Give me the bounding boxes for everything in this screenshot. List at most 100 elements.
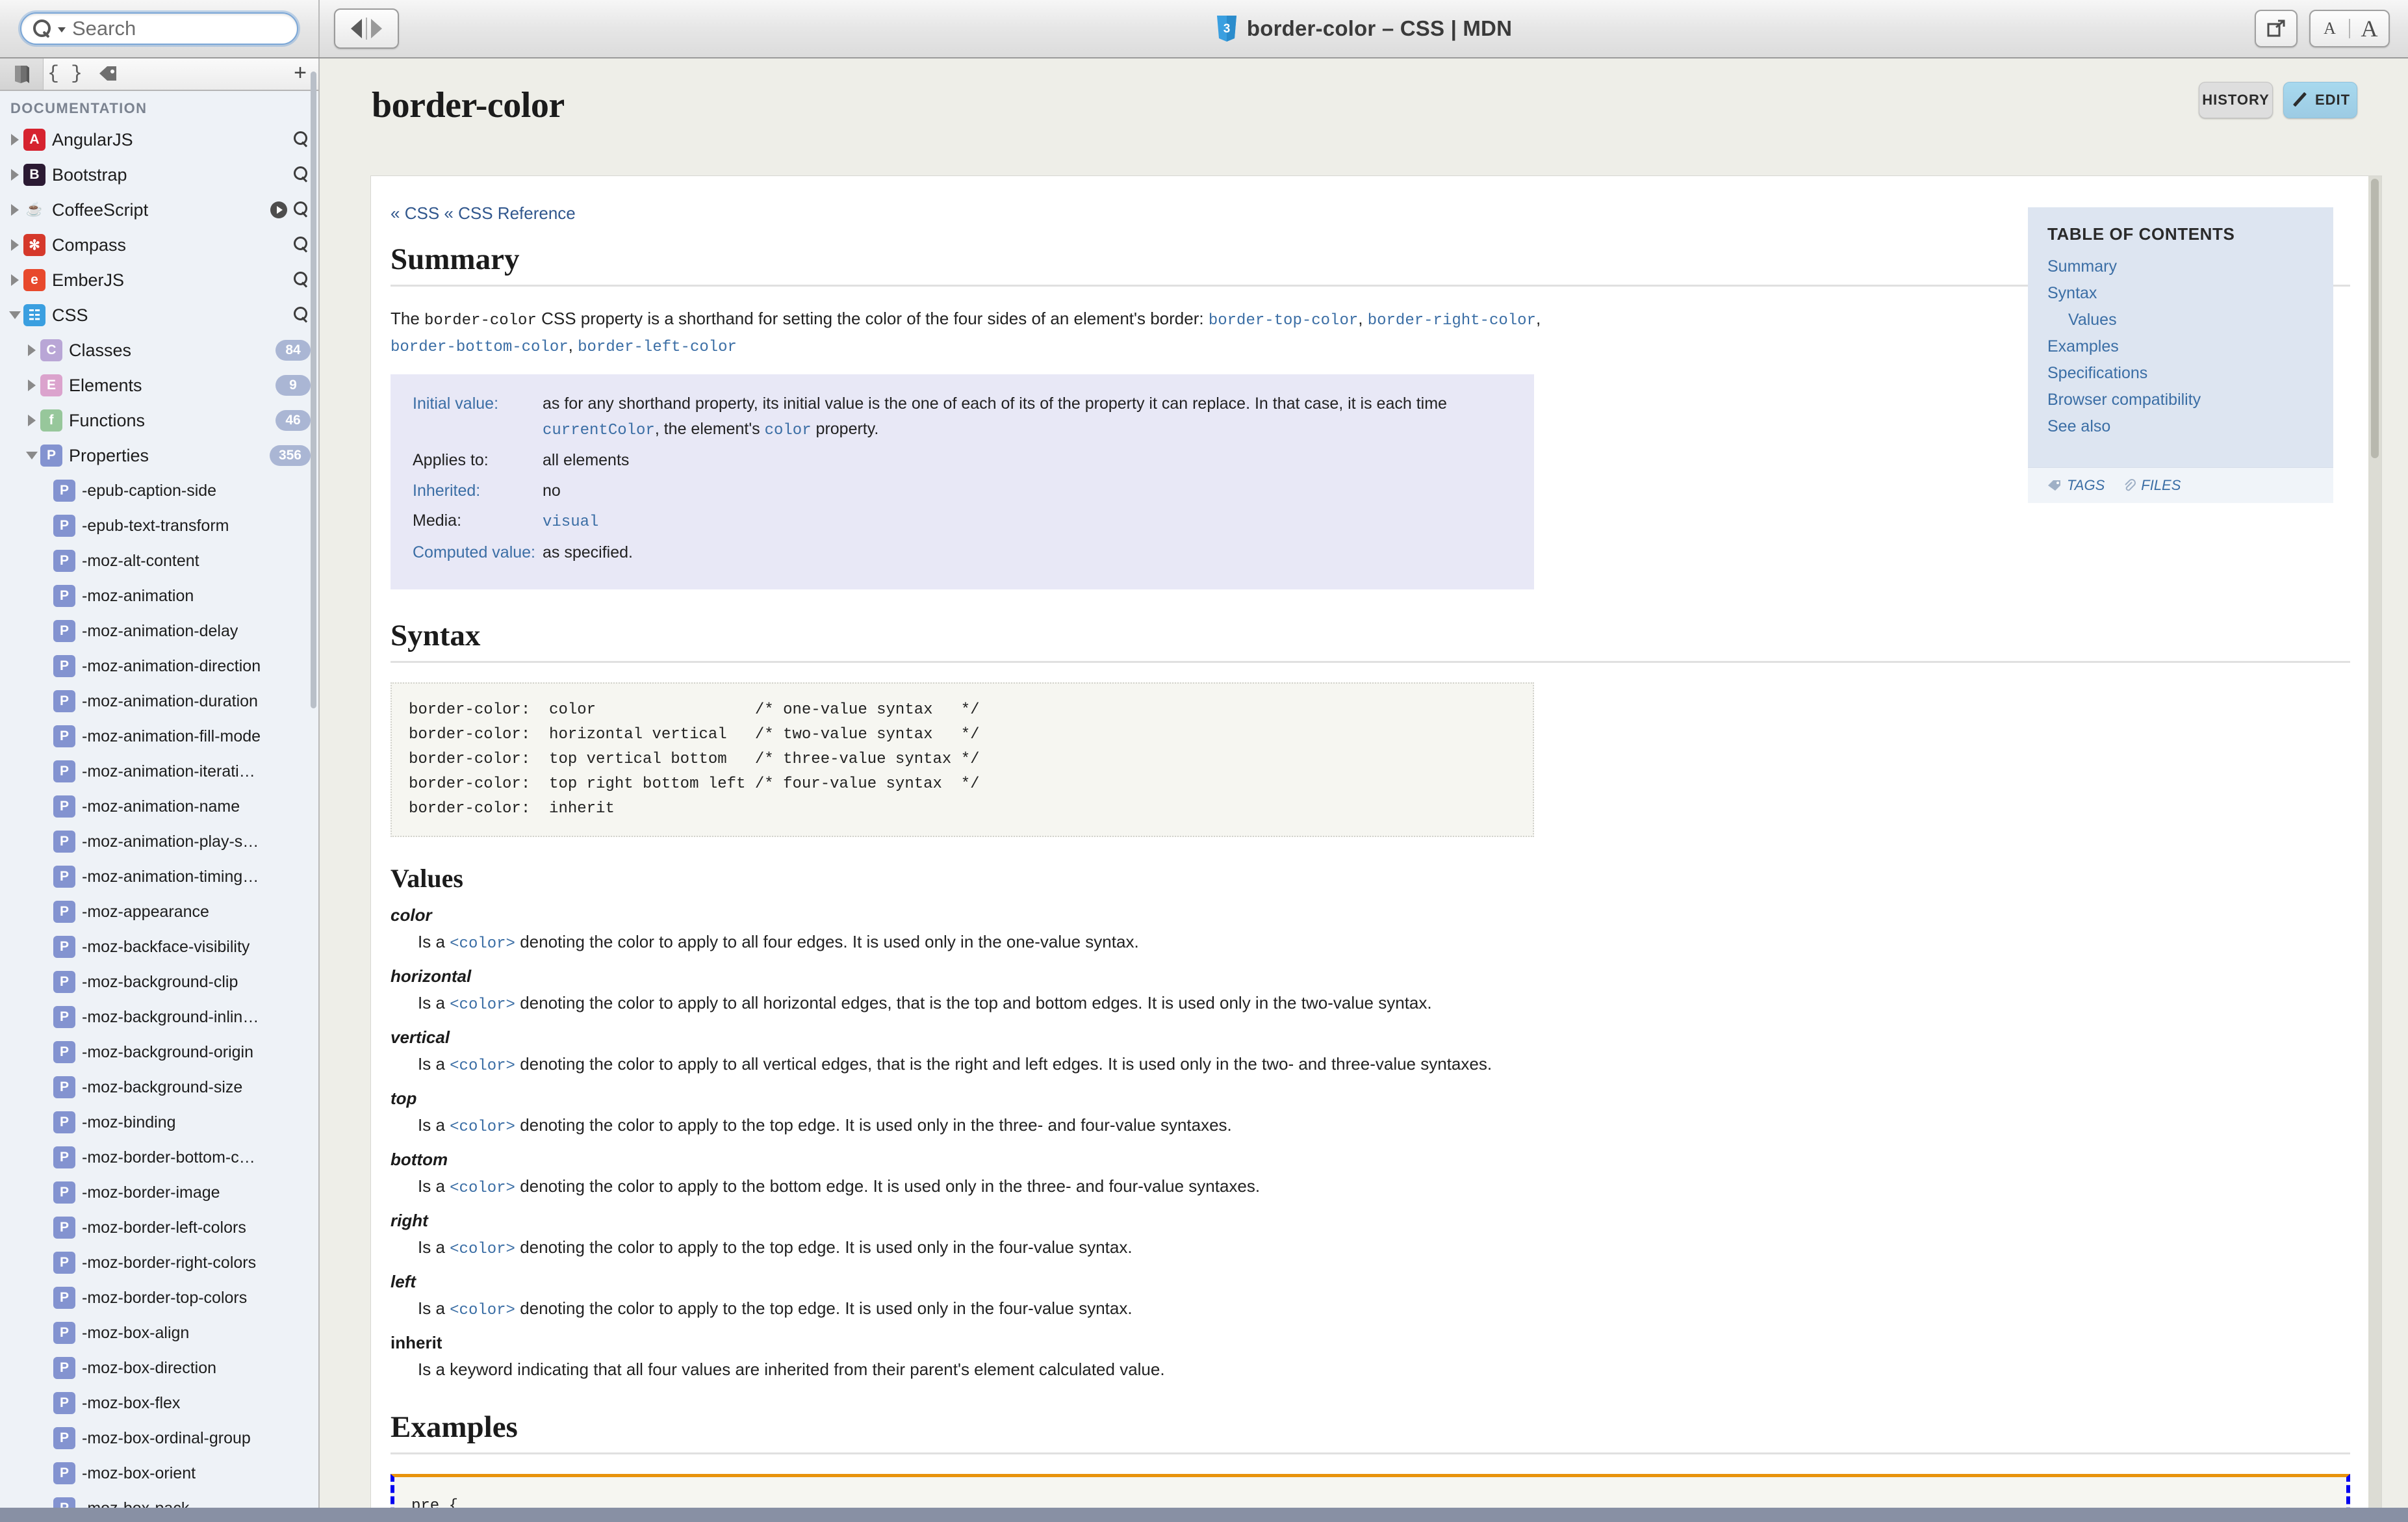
sidebar-item-functions[interactable]: f Functions 46 [0,403,318,438]
sidebar-item-bootstrap[interactable]: B Bootstrap [0,157,318,192]
disclosure-triangle[interactable] [6,274,23,286]
link-color-type[interactable]: <color> [450,1302,515,1319]
list-item[interactable]: P -moz-background-origin [0,1035,318,1070]
disclosure-triangle[interactable] [6,239,23,251]
toc-list[interactable]: Summary Syntax Values Examples Specification… [2047,259,2314,435]
docset-search-icon[interactable] [294,131,311,148]
list-item[interactable]: P -moz-box-direction [0,1350,318,1386]
content-scrollbar[interactable] [2368,176,2381,1521]
list-item[interactable]: P -moz-animation [0,578,318,613]
toc-item[interactable]: Browser compatibility [2047,392,2314,408]
disclosure-triangle[interactable] [6,169,23,181]
list-item[interactable]: P -moz-animation-fill-mode [0,719,318,754]
font-decrease-button[interactable]: A [2311,19,2349,38]
link-color[interactable]: color [765,422,812,439]
back-arrow-icon[interactable] [351,19,362,38]
sidebar-item-emberjs[interactable]: e EmberJS [0,263,318,298]
history-button[interactable]: HISTORY [2199,82,2273,118]
sidebar-item-coffeescript[interactable]: ☕ CoffeeScript [0,192,318,227]
docset-search-icon[interactable] [294,166,311,183]
toc-item[interactable]: See also [2047,419,2314,435]
list-item[interactable]: P -moz-animation-duration [0,684,318,719]
docset-search-icon[interactable] [294,307,311,324]
disclosure-triangle[interactable] [23,380,40,391]
docset-search-icon[interactable] [294,272,311,289]
sidebar-item-angularjs[interactable]: A AngularJS [0,122,318,157]
breadcrumb-link-css-reference[interactable]: CSS Reference [458,203,576,223]
docsets-tab[interactable] [0,58,44,90]
link-color-type[interactable]: <color> [450,1241,515,1258]
toc-item[interactable]: Specifications [2047,365,2314,381]
toc-item[interactable]: Values [2047,312,2314,328]
toc-item[interactable]: Syntax [2047,285,2314,302]
font-size-group[interactable]: A A [2309,10,2390,47]
link-color-type[interactable]: <color> [450,996,515,1014]
link-border-left-color[interactable]: border-left-color [578,339,737,356]
link-visual[interactable]: visual [543,513,598,531]
list-item[interactable]: P -epub-text-transform [0,508,318,543]
list-item[interactable]: P -moz-box-orient [0,1456,318,1491]
search-input[interactable]: Search [20,12,298,45]
disclosure-triangle[interactable] [23,415,40,426]
list-item[interactable]: P -moz-box-ordinal-group [0,1421,318,1456]
docset-search-icon[interactable] [294,201,311,218]
list-item[interactable]: P -moz-alt-content [0,543,318,578]
link-color-type[interactable]: <color> [450,1180,515,1197]
docset-search-icon[interactable] [294,237,311,253]
docset-tree[interactable]: A AngularJS B Bootstrap ☕ CoffeeScript ✻ Compas… [0,122,318,1522]
edit-button[interactable]: EDIT [2283,82,2357,118]
link-color-type[interactable]: <color> [450,935,515,953]
list-item[interactable]: P -moz-animation-name [0,789,318,824]
search-scope-chevron-down-icon[interactable] [58,27,66,32]
sidebar-item-elements[interactable]: E Elements 9 [0,368,318,403]
disclosure-triangle[interactable] [6,134,23,146]
list-item[interactable]: P -moz-animation-direction [0,649,318,684]
tags-link[interactable]: TAGS [2047,477,2105,494]
sidebar-item-compass[interactable]: ✻ Compass [0,227,318,263]
list-item[interactable]: P -moz-animation-timing… [0,859,318,894]
list-item[interactable]: P -moz-box-flex [0,1386,318,1421]
sidebar-item-properties[interactable]: P Properties 356 [0,438,318,473]
list-item[interactable]: P -moz-binding [0,1105,318,1140]
list-item[interactable]: P -moz-background-size [0,1070,318,1105]
update-available-icon[interactable] [270,201,287,218]
nav-back-forward-group[interactable] [334,8,399,49]
sidebar-scrollbar[interactable] [309,58,317,1522]
link-border-top-color[interactable]: border-top-color [1209,312,1358,329]
list-item[interactable]: P -moz-animation-delay [0,613,318,649]
tags-tab[interactable] [86,58,129,90]
disclosure-triangle[interactable] [6,204,23,216]
content-scrollbar-thumb[interactable] [2371,179,2379,458]
list-item[interactable]: P -moz-background-inlin… [0,1000,318,1035]
forward-arrow-icon[interactable] [371,19,382,38]
link-color-type[interactable]: <color> [450,1118,515,1136]
sidebar-item-css[interactable]: ☷ CSS [0,298,318,333]
snippets-tab[interactable]: { } [44,58,86,90]
list-item[interactable]: P -moz-animation-play-s… [0,824,318,859]
disclosure-triangle[interactable] [6,311,23,319]
open-in-browser-button[interactable] [2255,10,2298,47]
link-color-type[interactable]: <color> [450,1057,515,1075]
link-currentcolor[interactable]: currentColor [543,422,655,439]
sidebar-item-classes[interactable]: C Classes 84 [0,333,318,368]
toc-item[interactable]: Examples [2047,339,2314,355]
list-item[interactable]: P -moz-border-top-colors [0,1280,318,1315]
disclosure-triangle[interactable] [23,452,40,459]
sidebar-scrollbar-thumb[interactable] [311,71,316,708]
link-border-right-color[interactable]: border-right-color [1368,312,1536,329]
disclosure-triangle[interactable] [23,344,40,356]
font-increase-button[interactable]: A [2350,15,2389,42]
list-item[interactable]: P -moz-border-right-colors [0,1245,318,1280]
list-item[interactable]: P -epub-caption-side [0,473,318,508]
breadcrumb-link-css[interactable]: CSS [405,203,439,223]
toc-item[interactable]: Summary [2047,259,2314,275]
list-item[interactable]: P -moz-backface-visibility [0,929,318,964]
list-item[interactable]: P -moz-border-left-colors [0,1210,318,1245]
list-item[interactable]: P -moz-background-clip [0,964,318,1000]
list-item[interactable]: P -moz-border-bottom-c… [0,1140,318,1175]
files-link[interactable]: FILES [2123,477,2181,494]
list-item[interactable]: P -moz-box-align [0,1315,318,1350]
list-item[interactable]: P -moz-border-image [0,1175,318,1210]
link-border-bottom-color[interactable]: border-bottom-color [391,339,569,356]
list-item[interactable]: P -moz-appearance [0,894,318,929]
